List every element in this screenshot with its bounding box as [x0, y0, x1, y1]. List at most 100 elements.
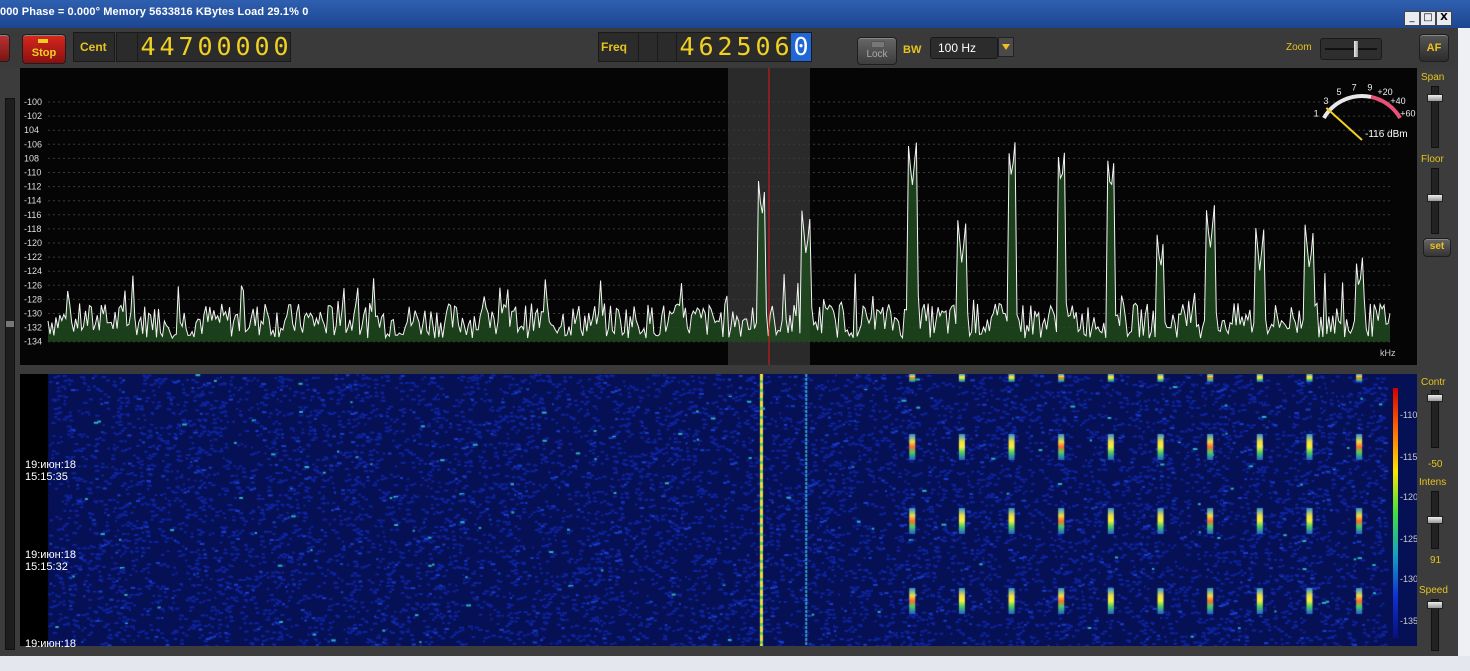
timestamp-2-time: 15:15:32: [25, 561, 68, 573]
zoom-slider[interactable]: [1320, 38, 1382, 60]
timestamp-3: 19:июн:18: [25, 638, 76, 650]
left-scrollbar-thumb[interactable]: [6, 321, 14, 327]
bw-label: BW: [903, 44, 922, 56]
zoom-label: Zoom: [1286, 42, 1312, 53]
timestamp-1-date: 19:июн:18: [25, 459, 77, 471]
window-bottom-bar: [0, 656, 1470, 671]
freq-label: Freq: [601, 40, 628, 54]
minimize-button[interactable]: _: [1404, 11, 1420, 26]
freq-digit-1[interactable]: 4: [677, 33, 697, 61]
s-meter-scale-label: 3: [1323, 96, 1328, 106]
y-tick-label: -124: [24, 266, 42, 276]
s-meter-scale-label: 7: [1352, 83, 1357, 93]
center-frequency-display[interactable]: 44700000: [137, 32, 291, 62]
freq-digit-5[interactable]: 0: [753, 33, 773, 61]
bw-select[interactable]: 100 Hz: [930, 37, 998, 59]
window-title: 000 Phase = 0.000° Memory 5633816 KBytes…: [0, 6, 309, 18]
center-digit-5[interactable]: 0: [214, 33, 234, 61]
colorbar-label-130: -130: [1400, 574, 1419, 584]
window-right-scrollbar[interactable]: [1458, 28, 1470, 656]
y-tick-label: -122: [24, 252, 42, 262]
y-tick-label: -114: [24, 196, 41, 206]
s-meter-scale-label: 9: [1367, 83, 1372, 93]
center-digit-1[interactable]: 4: [138, 33, 158, 61]
center-digit-4[interactable]: 0: [195, 33, 215, 61]
s-meter-scale-label: 5: [1336, 87, 1341, 97]
center-digit-8[interactable]: 0: [271, 33, 291, 61]
stop-button-label: Stop: [31, 47, 57, 59]
close-button[interactable]: X: [1436, 11, 1452, 26]
freq-digit-4[interactable]: 5: [734, 33, 754, 61]
title-bar: 000 Phase = 0.000° Memory 5633816 KBytes…: [0, 0, 1470, 28]
s-meter-scale-label: 1: [1314, 109, 1319, 119]
af-button-label: AF: [1426, 42, 1442, 54]
freq-digit-7[interactable]: 0: [791, 33, 811, 61]
intensity-label: Intens: [1419, 477, 1447, 488]
y-tick-label: -120: [24, 238, 42, 248]
timestamp-1-time: 15:15:35: [25, 471, 68, 483]
freq-digit-2[interactable]: 6: [696, 33, 716, 61]
panel-divider[interactable]: [20, 365, 1417, 374]
tuned-frequency-display[interactable]: 4625060: [676, 32, 812, 62]
y-tick-label: -106: [24, 139, 42, 149]
y-tick-label: -126: [24, 280, 42, 290]
left-panel-strip: [0, 68, 20, 656]
toolbar: Stop Cent 44700000 Freq 4625060 Lock BW …: [0, 28, 1458, 68]
colorbar-label-110: -110: [1400, 410, 1418, 420]
spectrum-panel[interactable]: -100 -102 104 -106 108 -110 -112 -114 -116 -118 -1…: [20, 68, 1417, 365]
contrast-slider-knob[interactable]: [1427, 394, 1443, 402]
center-digit-6[interactable]: 0: [233, 33, 253, 61]
lock-button[interactable]: Lock: [857, 37, 897, 65]
span-label: Span: [1421, 72, 1445, 83]
span-slider-knob[interactable]: [1427, 94, 1443, 102]
set-button[interactable]: set: [1423, 238, 1451, 257]
zoom-knob[interactable]: [1354, 41, 1358, 57]
speed-slider-knob[interactable]: [1427, 601, 1443, 609]
center-digit-2[interactable]: 4: [157, 33, 177, 61]
y-tick-label: -100: [24, 97, 42, 107]
x-axis-unit: kHz: [1380, 348, 1396, 358]
stop-indicator-icon: [38, 39, 48, 43]
y-tick-label: -102: [24, 111, 42, 121]
y-tick-label: -112: [24, 182, 41, 192]
intensity-value: 91: [1430, 555, 1442, 566]
left-vertical-scrollbar[interactable]: [5, 98, 15, 650]
contrast-label: Contr: [1421, 377, 1446, 388]
contrast-value: -50: [1428, 459, 1443, 470]
y-tick-label: -128: [24, 294, 42, 304]
freq-digit-3[interactable]: 2: [715, 33, 735, 61]
center-digit-7[interactable]: 0: [252, 33, 272, 61]
bw-dropdown-button[interactable]: [998, 37, 1014, 57]
right-control-panel: Span Floor set Contr -50 Intens 91 Speed: [1417, 68, 1458, 656]
center-label-box: Cent: [73, 32, 115, 62]
center-label: Cent: [80, 40, 107, 54]
freq-digit-6[interactable]: 6: [772, 33, 792, 61]
y-tick-label: -116: [24, 210, 41, 220]
spectrum-plot[interactable]: -100 -102 104 -106 108 -110 -112 -114 -116 -118 -1…: [20, 68, 1417, 365]
colorbar-label-125: -125: [1400, 534, 1419, 544]
timestamp-2-date: 19:июн:18: [25, 549, 77, 561]
y-tick-label: -130: [24, 309, 42, 319]
waterfall-canvas[interactable]: [20, 374, 1417, 646]
colorbar-label-135: -135: [1400, 616, 1419, 626]
waterfall-panel[interactable]: 19:июн:18 15:15:35 19:июн:18 15:15:32 19…: [20, 374, 1419, 650]
y-tick-label: -132: [24, 323, 42, 333]
floor-label: Floor: [1421, 154, 1444, 165]
speed-label: Speed: [1419, 585, 1448, 596]
maximize-button[interactable]: □: [1420, 11, 1436, 26]
chevron-down-icon: [1002, 44, 1010, 50]
left-edge-button[interactable]: [0, 34, 10, 62]
af-button[interactable]: AF: [1419, 34, 1449, 62]
lock-icon: [871, 41, 885, 48]
y-tick-label: -134: [24, 337, 42, 347]
s-meter-reading: -116 dBm: [1365, 129, 1408, 140]
y-tick-label: -110: [24, 168, 41, 178]
center-digit-3[interactable]: 7: [176, 33, 196, 61]
y-tick-label: 108: [24, 153, 39, 163]
freq-label-box: Freq: [598, 32, 640, 62]
colorbar-label-115: -115: [1400, 452, 1418, 462]
stop-button[interactable]: Stop: [22, 34, 66, 64]
floor-slider-knob[interactable]: [1427, 194, 1443, 202]
sdr-app: Stop Cent 44700000 Freq 4625060 Lock BW …: [0, 28, 1458, 656]
intensity-slider-knob[interactable]: [1427, 516, 1443, 524]
